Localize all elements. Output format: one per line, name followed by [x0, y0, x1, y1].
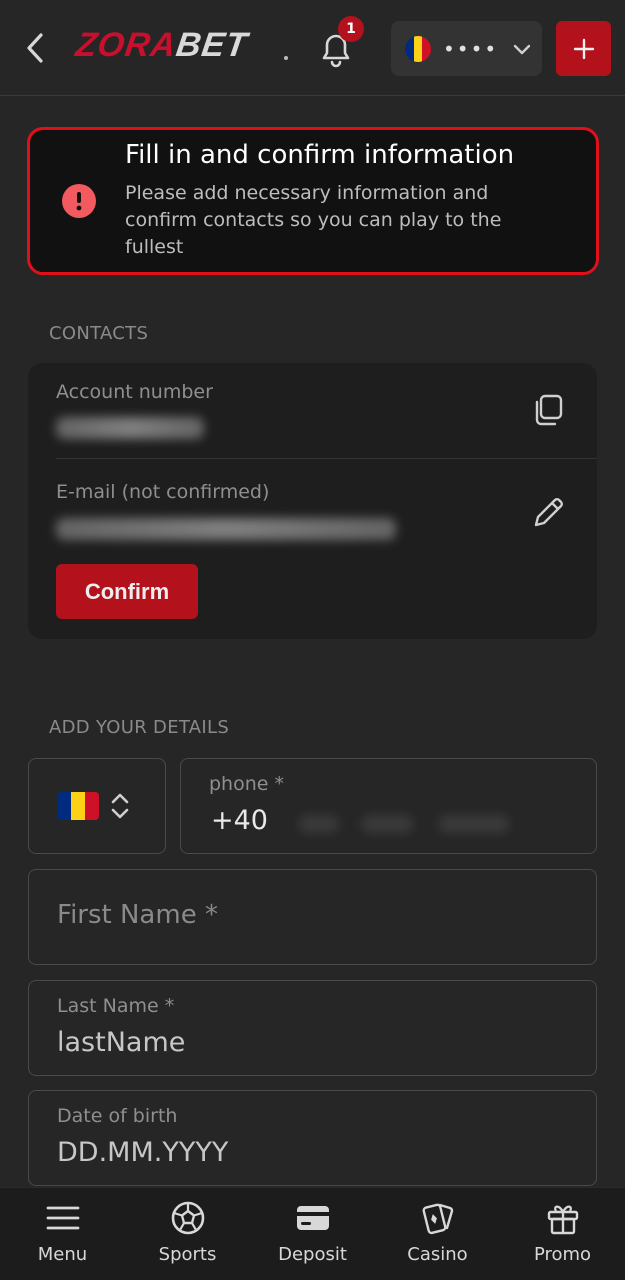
back-button[interactable]: [20, 28, 50, 68]
last-name-value: lastName: [57, 1027, 186, 1058]
email-value: [56, 518, 396, 540]
first-name-input[interactable]: First Name *: [28, 869, 597, 965]
nav-menu[interactable]: Menu: [0, 1188, 125, 1280]
cards-icon: [422, 1203, 453, 1235]
bottom-navigation: Menu Sports Deposit Casino Promo: [0, 1187, 625, 1280]
logo-text-bet: BET: [173, 26, 251, 64]
pencil-icon: [534, 498, 563, 527]
alert-text: Please add necessary information and con…: [125, 182, 502, 258]
alert-title: Fill in and confirm information: [125, 140, 515, 170]
balance-masked: ••••: [443, 36, 499, 61]
nav-deposit-label: Deposit: [278, 1244, 347, 1265]
nav-casino[interactable]: Casino: [375, 1188, 500, 1280]
nav-deposit[interactable]: Deposit: [250, 1188, 375, 1280]
romania-flag-icon: [57, 792, 99, 820]
exclamation-icon: [62, 184, 96, 218]
chevron-left-icon: [27, 33, 43, 63]
account-number-value: [56, 417, 204, 439]
email-label: E-mail (not confirmed): [56, 481, 270, 503]
plus-icon: [573, 38, 594, 59]
phone-label: phone *: [209, 773, 284, 795]
top-header: ZORABET 1 ••••: [0, 0, 625, 96]
last-name-label: Last Name *: [57, 995, 175, 1017]
details-section-label: ADD YOUR DETAILS: [49, 717, 230, 738]
nav-menu-label: Menu: [37, 1244, 88, 1265]
divider: [56, 458, 597, 459]
profile-page: ZORABET 1 •••• Fill in and confirm infor…: [0, 0, 625, 1280]
copy-icon: [535, 394, 563, 426]
nav-sports[interactable]: Sports: [125, 1188, 250, 1280]
last-name-input[interactable]: Last Name * lastName: [28, 980, 597, 1076]
deposit-plus-button[interactable]: [556, 21, 611, 76]
phone-value-blur: [299, 815, 339, 833]
edit-email-button[interactable]: [528, 493, 568, 533]
nav-sports-label: Sports: [158, 1244, 217, 1265]
copy-button[interactable]: [528, 390, 568, 430]
first-name-placeholder: First Name *: [57, 900, 218, 930]
dob-input[interactable]: Date of birth DD.MM.YYYY: [28, 1090, 597, 1186]
phone-value-blur: [361, 815, 413, 833]
notification-badge: 1: [338, 16, 364, 42]
brand-logo[interactable]: ZORABET: [73, 26, 250, 65]
contacts-section-label: CONTACTS: [49, 323, 149, 344]
gift-icon: [547, 1205, 578, 1235]
info-alert: Fill in and confirm information Please a…: [27, 127, 599, 275]
confirm-email-button[interactable]: Confirm: [56, 564, 198, 619]
dob-placeholder: DD.MM.YYYY: [57, 1137, 229, 1168]
balance-selector[interactable]: ••••: [391, 21, 542, 76]
contacts-card: Account number E-mail (not confirmed) Co…: [28, 363, 597, 639]
phone-input[interactable]: phone * +40: [180, 758, 597, 854]
chevron-down-icon: [513, 44, 531, 54]
nav-promo-label: Promo: [533, 1244, 592, 1265]
phone-prefix: +40: [211, 805, 268, 836]
dob-label: Date of birth: [57, 1105, 178, 1127]
country-code-select[interactable]: [28, 758, 166, 854]
account-number-label: Account number: [56, 381, 213, 403]
nav-casino-label: Casino: [407, 1244, 468, 1265]
menu-icon: [46, 1206, 79, 1230]
nav-promo[interactable]: Promo: [500, 1188, 625, 1280]
logo-text-zora: ZORA: [73, 26, 180, 64]
romania-flag-icon: [405, 35, 431, 62]
wallet-icon: [296, 1206, 329, 1230]
phone-value-blur: [439, 815, 509, 833]
separator-dot: [284, 56, 288, 60]
soccer-ball-icon: [171, 1201, 204, 1235]
updown-chevron-icon: [111, 793, 129, 819]
